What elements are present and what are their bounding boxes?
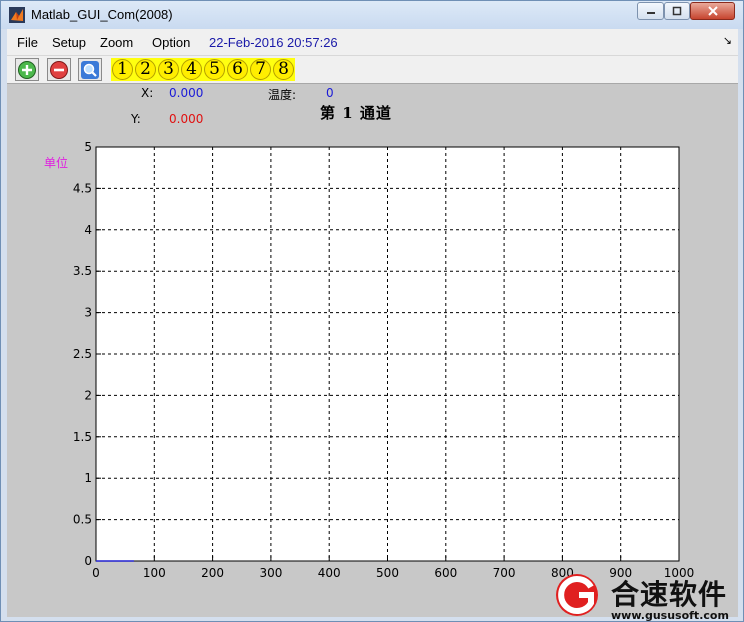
client-area: File Setup Zoom Option 22-Feb-2016 20:57…: [7, 29, 738, 622]
maximize-button[interactable]: [664, 2, 690, 20]
title-bar[interactable]: Matlab_GUI_Com(2008): [1, 1, 743, 29]
x-tick-label: 100: [143, 566, 166, 580]
y-tick-label: 4: [84, 223, 92, 237]
x-tick-label: 600: [434, 566, 457, 580]
gususoft-logo: [556, 574, 598, 616]
y-tick-label: 0.5: [73, 513, 92, 527]
y-tick-label: 2.5: [73, 347, 92, 361]
y-tick-label: 3.5: [73, 264, 92, 278]
window-title: Matlab_GUI_Com(2008): [31, 7, 173, 22]
minimize-icon: [646, 12, 655, 14]
minimize-button[interactable]: [637, 2, 664, 20]
watermark-text: 合速软件: [611, 578, 728, 611]
close-button[interactable]: [690, 2, 735, 20]
x-tick-label: 500: [376, 566, 399, 580]
y-tick-label: 4.5: [73, 181, 92, 195]
close-icon: [707, 6, 718, 16]
x-tick-label: 700: [493, 566, 516, 580]
plot-area[interactable]: 0 100 200 300 400 500 600 700 800 900 100000.511.5…: [7, 29, 738, 617]
watermark-url: www.gususoft.com: [611, 609, 729, 622]
x-tick-label: 0: [92, 566, 100, 580]
x-tick-label: 300: [259, 566, 282, 580]
matlab-icon: [9, 7, 25, 23]
watermark: 合速软件 www.gususoft.com: [547, 573, 743, 622]
y-tick-label: 2: [84, 388, 92, 402]
maximize-icon: [672, 6, 682, 16]
x-tick-label: 200: [201, 566, 224, 580]
y-tick-label: 5: [84, 140, 92, 154]
app-window: Matlab_GUI_Com(2008) File Setup Zoom Opt…: [0, 0, 744, 622]
y-tick-label: 1.5: [73, 430, 92, 444]
x-tick-label: 400: [318, 566, 341, 580]
y-tick-label: 0: [84, 554, 92, 568]
y-tick-label: 3: [84, 306, 92, 320]
y-tick-label: 1: [84, 471, 92, 485]
